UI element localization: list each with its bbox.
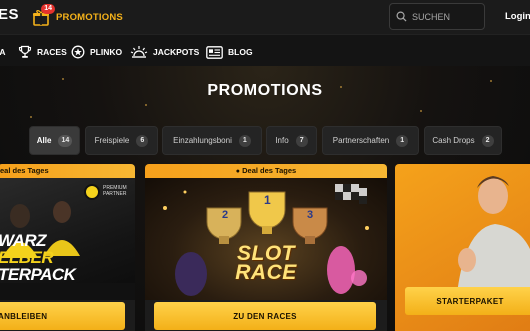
nav-item-plinko[interactable]: PLINKO	[71, 44, 122, 60]
filter-chip-cash-drops[interactable]: Cash Drops 2	[424, 126, 502, 155]
filter-chip-label: Partnerschaften	[332, 136, 390, 145]
deal-of-day-header: ● Deal des Tages	[145, 164, 387, 178]
promotions-label: PROMOTIONS	[56, 11, 123, 23]
nav-item-label: PLINKO	[90, 47, 123, 57]
trophy-icon	[18, 45, 32, 58]
sparkle-decoration	[30, 116, 32, 118]
nav-item-label: BLOG	[228, 47, 253, 57]
podium-number-2: 2	[222, 209, 229, 221]
filter-chip-label: Cash Drops	[432, 136, 475, 145]
gift-icon: 14	[32, 4, 55, 26]
filter-chip-alle[interactable]: Alle 14	[29, 126, 80, 155]
nav-item-label: JACKPOTS	[153, 47, 200, 57]
page-title: PROMOTIONS	[207, 82, 323, 99]
promotions-link[interactable]: 14 PROMOTIONS	[32, 4, 123, 26]
nav-item-blog[interactable]: BLOG	[206, 44, 253, 60]
main-nav: IA RACES PLINKO JACKPOTS	[0, 34, 530, 66]
nav-item-partial[interactable]: IA	[0, 44, 6, 60]
zu-den-races-button[interactable]: ZU DEN RACES	[154, 302, 376, 330]
filter-chip-freispiele[interactable]: Freispiele 6	[85, 126, 158, 155]
promo-card-artwork: PREMIUM PARTNER WARZ ELBER TERPACK	[0, 178, 135, 300]
filter-chip-count: 14	[58, 134, 73, 147]
podium-number-1: 1	[264, 193, 271, 207]
top-bar: ES 14 PROMOTIONS Login	[0, 0, 530, 34]
sparkle-decoration	[420, 110, 422, 112]
sparkle-decoration	[62, 78, 64, 80]
nav-item-label: IA	[0, 47, 6, 57]
filter-chip-label: Info	[275, 136, 289, 145]
filter-chip-count: 1	[396, 134, 409, 147]
star-circle-icon	[71, 45, 85, 59]
promo-card-starterpaket[interactable]: STARTERPAKET	[395, 164, 530, 331]
filter-chip-count: 6	[136, 134, 149, 147]
jackpot-burst-icon	[130, 46, 148, 58]
filter-chip-count: 2	[481, 134, 494, 147]
login-button[interactable]: Login	[505, 11, 530, 22]
filter-chip-count: 7	[295, 134, 308, 147]
promo-card-artwork: 2 1 3 SLOT RACE	[145, 178, 387, 300]
filter-chip-info[interactable]: Info 7	[266, 126, 317, 155]
filter-chip-partnerschaften[interactable]: Partnerschaften 1	[322, 126, 419, 155]
filter-chip-einzahlungsboni[interactable]: Einzahlungsboni 1	[162, 126, 262, 155]
deal-of-day-header: eal des Tages	[0, 164, 135, 178]
sparkle-decoration	[145, 104, 147, 106]
nav-item-label: RACES	[37, 47, 67, 57]
flame-icon: ●	[235, 168, 241, 175]
premium-partner-label: PREMIUM PARTNER	[103, 185, 127, 197]
starterpaket-button[interactable]: STARTERPAKET	[405, 287, 530, 315]
filter-chip-label: Alle	[36, 136, 52, 145]
filter-chip-label: Freispiele	[94, 136, 130, 145]
filter-chip-label: Einzahlungsboni	[173, 136, 232, 145]
blog-card-icon	[206, 45, 223, 59]
promo-headline: WARZ ELBER TERPACK	[0, 231, 76, 284]
promo-card-slot-race[interactable]: ● Deal des Tages 2 1 3 SLOT RACE ZU DEN …	[145, 164, 387, 331]
nav-item-jackpots[interactable]: JACKPOTS	[130, 44, 199, 60]
promotions-count-badge: 14	[41, 4, 55, 14]
promo-card-bvb[interactable]: eal des Tages PREMIUM PARTNER WARZ ELBER…	[0, 164, 135, 331]
search-input[interactable]	[412, 11, 482, 22]
dranbleiben-button[interactable]: ANBLEIBEN	[0, 302, 125, 330]
nav-item-races[interactable]: RACES	[18, 44, 67, 60]
bvb-logo	[84, 184, 100, 200]
podium-number-3: 3	[307, 209, 314, 221]
filter-chip-count: 1	[238, 134, 251, 147]
search-icon	[396, 11, 407, 22]
slot-race-logo: SLOT RACE	[235, 242, 297, 284]
brand-logo-fragment[interactable]: ES	[0, 6, 19, 23]
promotions-section: PROMOTIONS Alle 14 Freispiele 6 Einzahlu…	[0, 66, 530, 331]
person-illustration	[457, 176, 530, 294]
search-box[interactable]	[389, 3, 485, 30]
